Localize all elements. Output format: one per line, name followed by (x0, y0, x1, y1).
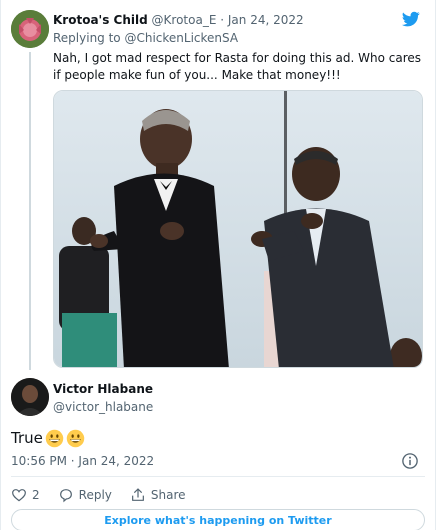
replying-to-line: Replying to @ChickenLickenSA (53, 30, 238, 46)
main-tweet-body: True (11, 429, 43, 447)
reply-date[interactable]: Jan 24, 2022 (228, 13, 304, 27)
like-count: 2 (32, 488, 40, 502)
heart-icon (12, 489, 26, 502)
main-tweet-text: True (11, 428, 85, 448)
main-timestamp[interactable]: 10:56 PM · Jan 24, 2022 (11, 453, 154, 469)
replying-to-handle[interactable]: @ChickenLickenSA (124, 31, 238, 45)
reply-handle[interactable]: @Krotoa_E (152, 13, 217, 27)
action-bar: 2 Reply Share (11, 486, 204, 504)
share-label: Share (150, 488, 186, 502)
reply-button[interactable]: Reply (58, 487, 112, 503)
tweet-embed-card: Krotoa's Child @Krotoa_E · Jan 24, 2022 … (0, 0, 436, 530)
divider (11, 476, 425, 477)
avatar-krotoa[interactable] (11, 10, 49, 48)
tweet-photo[interactable] (53, 90, 423, 368)
avatar-victor[interactable] (11, 378, 49, 416)
thread-connector-line (29, 52, 31, 370)
share-icon (131, 488, 144, 501)
separator-dot: · (220, 13, 225, 27)
info-icon[interactable] (401, 452, 419, 470)
share-button[interactable]: Share (130, 487, 186, 503)
explore-twitter-button[interactable]: Explore what's happening on Twitter (11, 509, 425, 530)
reply-icon (59, 489, 72, 503)
reply-tweet-text: Nah, I got mad respect for Rasta for doi… (53, 51, 421, 82)
reply-display-name[interactable]: Krotoa's Child (53, 13, 148, 27)
reply-label: Reply (78, 488, 112, 502)
grinning-emoji-icon (66, 429, 85, 447)
main-display-name[interactable]: Victor Hlabane (53, 381, 153, 397)
grinning-emoji-icon (45, 429, 64, 447)
replying-to-prefix: Replying to (53, 31, 121, 45)
main-handle[interactable]: @victor_hlabane (53, 399, 153, 415)
twitter-bird-icon[interactable] (401, 10, 421, 28)
like-button[interactable]: 2 (11, 487, 40, 503)
reply-tweet-header: Krotoa's Child @Krotoa_E · Jan 24, 2022 (53, 12, 405, 28)
